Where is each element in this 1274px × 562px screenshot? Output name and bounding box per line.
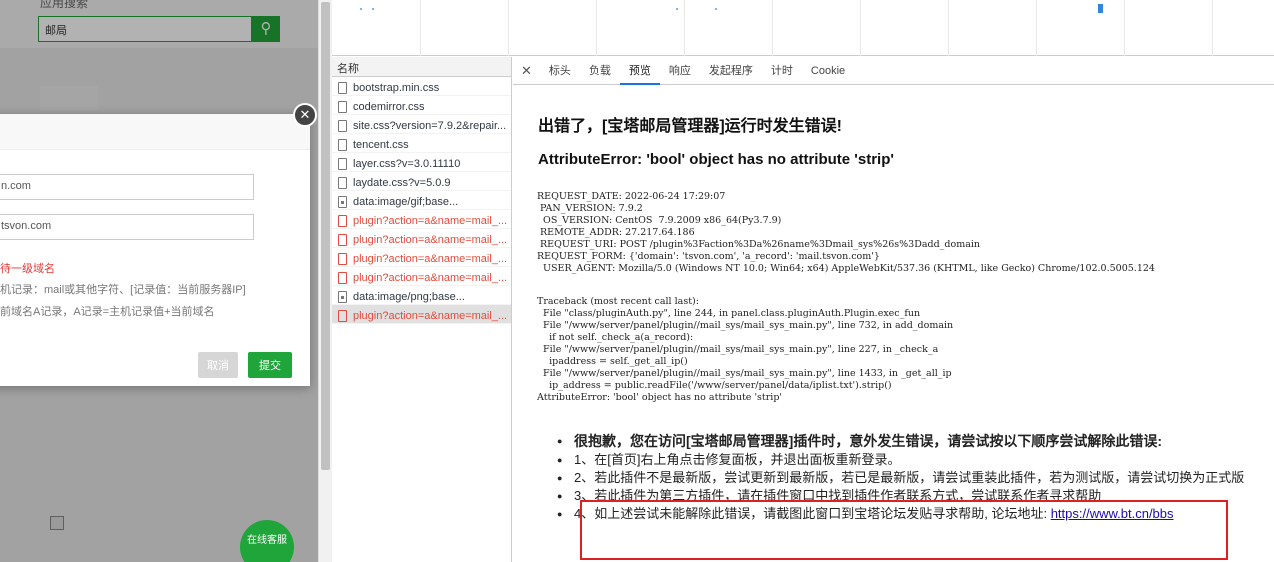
file-icon [338, 233, 347, 246]
response-preview: 出错了，[宝塔邮局管理器]运行时发生错误! AttributeError: 'b… [529, 97, 1274, 562]
page-scrollbar[interactable] [318, 0, 332, 562]
timeline-mark [360, 8, 362, 10]
file-icon [338, 271, 347, 284]
timeline-gridline [684, 0, 685, 56]
request-list-header[interactable]: 名称 [332, 57, 511, 77]
dialog-hint-line: 机记录：mail或其他字符、[记录值：当前服务器IP] [0, 284, 246, 296]
request-row[interactable]: layer.css?v=3.0.11110 [332, 153, 511, 172]
request-row[interactable]: plugin?action=a&name=mail_... [332, 267, 511, 286]
timeline-mark [715, 8, 717, 10]
request-row[interactable]: codemirror.css [332, 96, 511, 115]
network-timeline[interactable] [332, 0, 1274, 56]
request-row[interactable]: plugin?action=a&name=mail_... [332, 305, 511, 324]
request-row[interactable]: plugin?action=a&name=mail_... [332, 229, 511, 248]
list-item: 2、若此插件不是最新版，尝试更新到最新版，若已是最新版，请尝试重装此插件，若为测… [557, 469, 1267, 487]
forum-link[interactable]: https://www.bt.cn/bbs [1051, 506, 1174, 521]
request-row[interactable]: laydate.css?v=5.0.9 [332, 172, 511, 191]
dialog-warning-hint: 待一级域名 [0, 263, 55, 275]
help-lead: 很抱歉，您在访问[宝塔邮局管理器]插件时，意外发生错误，请尝试按以下顺序尝试解除… [557, 432, 1267, 450]
detail-tabs: ✕ 标头 负载 预览 响应 发起程序 计时 Cookie [513, 57, 1274, 85]
request-name: site.css?version=7.9.2&repair... [353, 119, 507, 132]
domain-field[interactable]: n.com [0, 174, 254, 200]
file-icon [338, 100, 347, 113]
file-icon [338, 309, 347, 322]
list-item: 1、在[首页]右上角点击修复面板，并退出面板重新登录。 [557, 451, 1267, 469]
tab-headers[interactable]: 标头 [540, 57, 580, 85]
request-row[interactable]: site.css?version=7.9.2&repair... [332, 115, 511, 134]
request-info-block: REQUEST_DATE: 2022-06-24 17:29:07 PAN_VE… [537, 191, 1155, 274]
request-row[interactable]: plugin?action=a&name=mail_... [332, 248, 511, 267]
app-page: 应用搜索 邮局 ⚲ n.com tsvon.com 待一级域名 机记录：mail… [0, 0, 318, 562]
dialog-header [0, 114, 310, 150]
request-name: layer.css?v=3.0.11110 [353, 157, 461, 170]
close-icon[interactable]: ✕ [293, 103, 317, 127]
request-name: codemirror.css [353, 100, 425, 113]
timeline-gridline [860, 0, 861, 56]
error-page-title: 出错了，[宝塔邮局管理器]运行时发生错误! [538, 118, 842, 135]
scrollbar-thumb[interactable] [321, 2, 330, 470]
add-domain-dialog: n.com tsvon.com 待一级域名 机记录：mail或其他字符、[记录值… [0, 114, 310, 386]
tab-response[interactable]: 响应 [660, 57, 700, 85]
dialog-hint-line: 前域名A记录，A记录=主机记录值+当前域名 [0, 306, 215, 318]
request-name: plugin?action=a&name=mail_... [353, 252, 508, 265]
file-icon [338, 214, 347, 227]
request-row[interactable]: data:image/gif;base... [332, 191, 511, 210]
file-icon [338, 119, 347, 132]
cancel-button[interactable]: 取消 [198, 352, 238, 378]
timeline-mark [1098, 4, 1103, 13]
tab-cookies[interactable]: Cookie [802, 57, 854, 85]
list-item: 4、如上述尝试未能解除此错误，请截图此窗口到宝塔论坛发贴寻求帮助, 论坛地址: … [557, 505, 1267, 523]
timeline-gridline [1124, 0, 1125, 56]
request-row[interactable]: data:image/png;base... [332, 286, 511, 305]
timeline-gridline [420, 0, 421, 56]
request-name: data:image/gif;base... [353, 195, 459, 208]
file-icon [338, 252, 347, 265]
traceback-block: Traceback (most recent call last): File … [537, 296, 954, 403]
tab-preview[interactable]: 预览 [619, 57, 660, 85]
timeline-gridline [1212, 0, 1213, 56]
tab-payload[interactable]: 负载 [580, 57, 620, 85]
request-name: plugin?action=a&name=mail_... [353, 271, 508, 284]
timeline-gridline [948, 0, 949, 56]
timeline-gridline [1036, 0, 1037, 56]
error-heading: AttributeError: 'bool' object has no att… [538, 151, 894, 168]
request-name: plugin?action=a&name=mail_... [353, 214, 508, 227]
file-icon [338, 157, 347, 170]
timeline-mark [372, 8, 374, 10]
tab-timing[interactable]: 计时 [762, 57, 802, 85]
list-item: 3、若此插件为第三方插件，请在插件窗口中找到插件作者联系方式，尝试联系作者寻求帮… [557, 487, 1267, 505]
timeline-gridline [596, 0, 597, 56]
tab-initiator[interactable]: 发起程序 [700, 57, 762, 85]
request-name: bootstrap.min.css [353, 81, 440, 94]
file-icon [338, 138, 347, 151]
timeline-mark [676, 8, 678, 10]
request-name: data:image/png;base... [353, 290, 465, 303]
close-icon[interactable]: ✕ [519, 63, 540, 79]
request-name: plugin?action=a&name=mail_... [353, 233, 508, 246]
request-row[interactable]: bootstrap.min.css [332, 77, 511, 96]
request-name: laydate.css?v=5.0.9 [353, 176, 451, 189]
help-list: 很抱歉，您在访问[宝塔邮局管理器]插件时，意外发生错误，请尝试按以下顺序尝试解除… [557, 432, 1267, 523]
submit-button[interactable]: 提交 [248, 352, 292, 378]
file-icon [338, 176, 347, 189]
request-name: plugin?action=a&name=mail_... [353, 309, 508, 322]
request-list: 名称 bootstrap.min.css codemirror.css site.c… [332, 57, 512, 562]
timeline-gridline [508, 0, 509, 56]
file-icon [338, 81, 347, 94]
image-file-icon [338, 195, 347, 208]
request-row[interactable]: tencent.css [332, 134, 511, 153]
image-file-icon [338, 290, 347, 303]
request-rows: bootstrap.min.css codemirror.css site.css?… [332, 77, 511, 324]
request-row[interactable]: plugin?action=a&name=mail_... [332, 210, 511, 229]
timeline-gridline [772, 0, 773, 56]
request-name: tencent.css [353, 138, 409, 151]
help-4-text: 4、如上述尝试未能解除此错误，请截图此窗口到宝塔论坛发贴寻求帮助, 论坛地址: [574, 506, 1051, 521]
a-record-field[interactable]: tsvon.com [0, 214, 254, 240]
